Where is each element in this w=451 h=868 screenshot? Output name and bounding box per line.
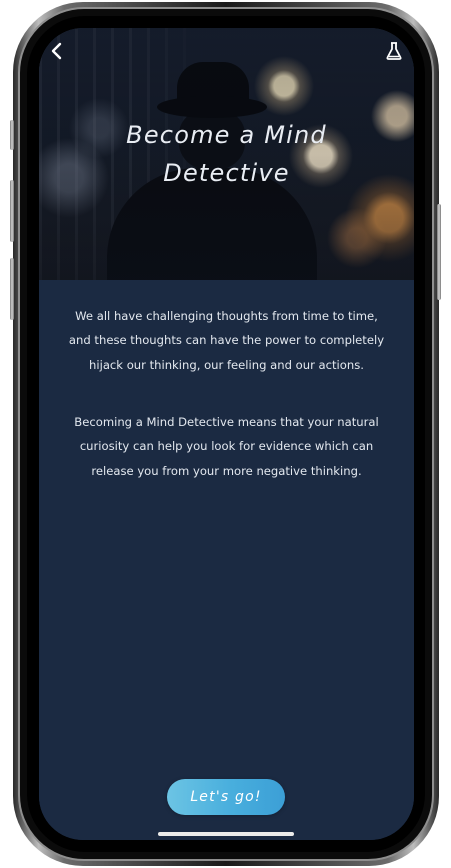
hero-banner: Become a Mind Detective (39, 28, 414, 280)
lab-button[interactable] (382, 40, 406, 66)
title-line-1: Become a Mind (126, 121, 327, 149)
intro-paragraph: We all have challenging thoughts from ti… (68, 309, 385, 372)
mute-switch (10, 120, 14, 150)
app-screen: Become a Mind Detective We all have chal… (39, 28, 414, 840)
back-button[interactable] (46, 40, 68, 66)
description-paragraph: Becoming a Mind Detective means that you… (74, 415, 379, 478)
lets-go-button[interactable]: Let's go! (167, 779, 285, 815)
volume-down-button (10, 258, 14, 320)
power-button (437, 204, 441, 300)
title-line-2: Detective (163, 159, 290, 187)
flask-icon (384, 41, 404, 65)
volume-up-button (10, 180, 14, 242)
home-indicator[interactable] (158, 832, 294, 836)
chevron-left-icon (50, 42, 64, 64)
content-panel: We all have challenging thoughts from ti… (39, 280, 414, 840)
device-mockup: Become a Mind Detective We all have chal… (0, 0, 451, 868)
page-title: Become a Mind Detective (39, 116, 414, 192)
